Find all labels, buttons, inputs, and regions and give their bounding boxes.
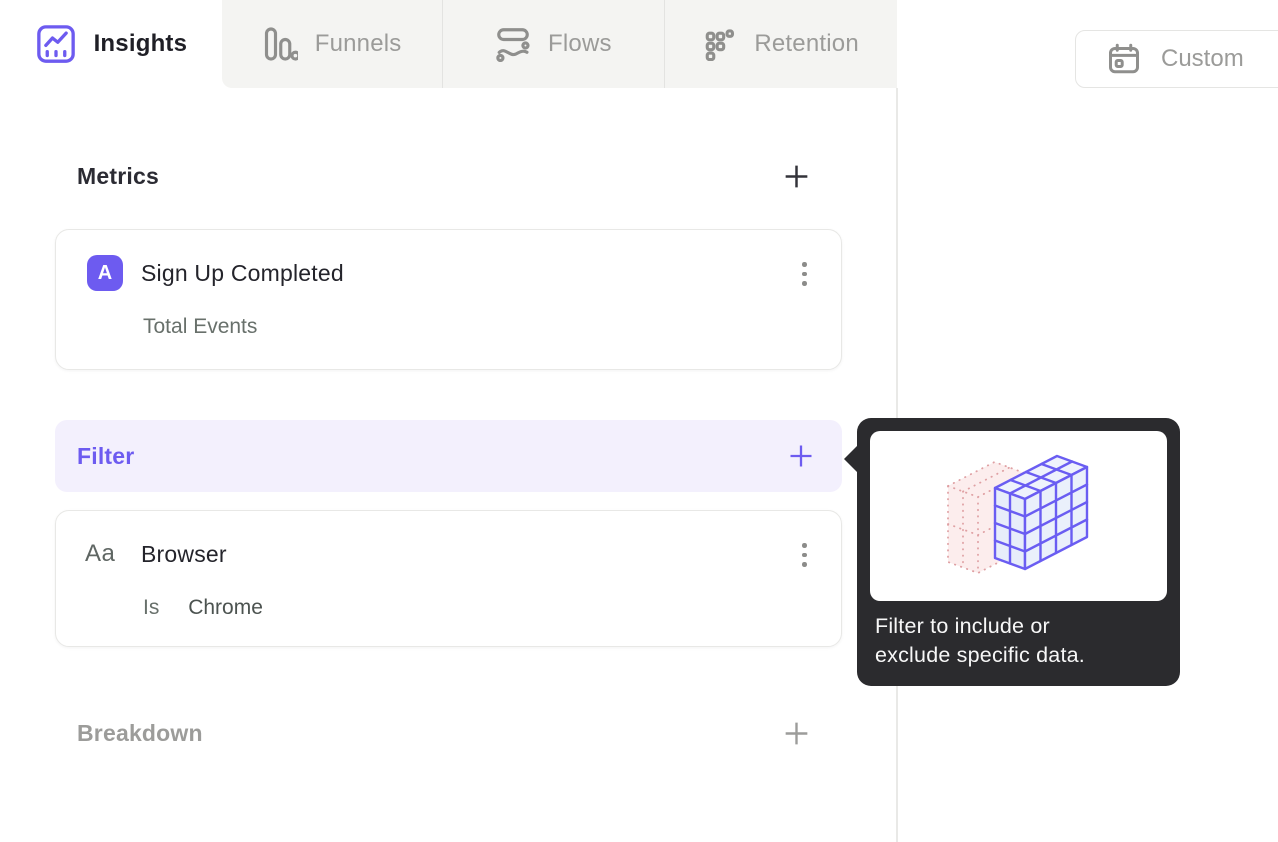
tab-label: Funnels xyxy=(314,30,402,57)
metric-series-badge: A xyxy=(87,255,123,291)
metric-aggregation: Total Events xyxy=(143,315,258,338)
filter-help-tooltip: Filter to include or exclude specific da… xyxy=(844,418,1180,686)
metric-name: Sign Up Completed xyxy=(141,260,344,286)
tab-label: Insights xyxy=(93,30,188,57)
analysis-tabbar: Insights Funnels Flows Retention xyxy=(0,0,897,88)
metrics-section-header: Metrics xyxy=(77,156,812,196)
tab-label: Flows xyxy=(548,30,612,57)
string-property-icon: Aa xyxy=(85,540,116,567)
line-chart-icon xyxy=(35,23,77,65)
filter-operator[interactable]: Is xyxy=(143,596,159,619)
tooltip-caption: Filter to include or exclude specific da… xyxy=(875,614,1085,667)
tab-insights[interactable]: Insights xyxy=(0,0,222,88)
tab-funnels[interactable]: Funnels xyxy=(221,0,442,88)
filter-value[interactable]: Chrome xyxy=(188,596,263,619)
custom-button-label: Custom xyxy=(1161,45,1244,72)
filter-item-card[interactable]: Aa Browser Is Chrome xyxy=(55,510,842,647)
filter-property-name: Browser xyxy=(141,541,227,567)
tab-flows[interactable]: Flows xyxy=(441,0,665,88)
flow-wave-icon xyxy=(495,26,531,62)
filter-section-header[interactable]: Filter xyxy=(55,420,842,492)
add-filter-plus-icon[interactable] xyxy=(785,440,817,472)
tooltip-arrow xyxy=(844,445,858,473)
tab-retention[interactable]: Retention xyxy=(664,0,897,88)
breakdown-section-header: Breakdown xyxy=(77,710,812,756)
breakdown-heading: Breakdown xyxy=(77,719,203,746)
isometric-cube-grid-illustration xyxy=(870,431,1167,601)
metric-card[interactable]: A Sign Up Completed Total Events xyxy=(55,229,842,370)
add-breakdown-plus-icon[interactable] xyxy=(780,717,812,749)
tab-label: Retention xyxy=(754,30,859,57)
filter-heading: Filter xyxy=(77,442,135,469)
kebab-menu-icon[interactable] xyxy=(798,539,811,571)
kebab-menu-icon[interactable] xyxy=(798,258,811,290)
custom-date-range-button[interactable]: Custom xyxy=(1075,30,1278,88)
calendar-icon xyxy=(1106,41,1142,77)
funnel-bars-icon xyxy=(262,26,298,62)
metrics-heading: Metrics xyxy=(77,162,159,189)
dot-grid-icon xyxy=(703,27,737,61)
filter-condition: Is Chrome xyxy=(143,596,263,620)
add-metric-plus-icon[interactable] xyxy=(780,160,812,192)
